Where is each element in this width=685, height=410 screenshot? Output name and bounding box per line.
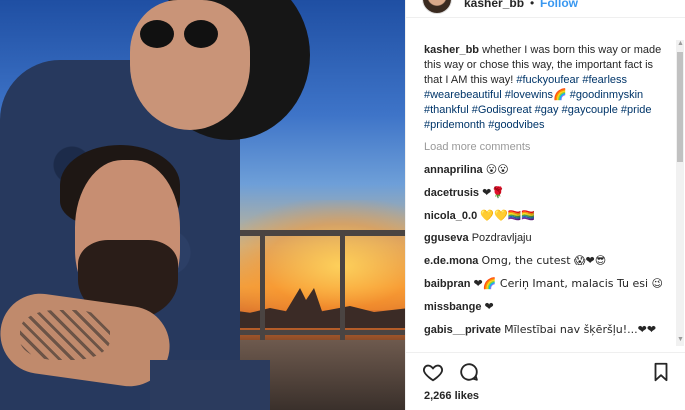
comment-username[interactable]: baibpran bbox=[424, 278, 470, 290]
comment-username[interactable]: annaprilina bbox=[424, 164, 483, 176]
bookmark-icon[interactable] bbox=[650, 361, 672, 383]
post-header: kasher_bb • Follow bbox=[406, 0, 685, 18]
header-separator: • bbox=[530, 0, 535, 10]
comment-username[interactable]: gabis__private bbox=[424, 324, 501, 336]
comment-item: baibpran ❤🌈 Ceriņ Imant, malacis Tu esi … bbox=[424, 276, 672, 292]
comment-item: gguseva Pozdravljaju bbox=[424, 231, 672, 246]
post-sidebar: kasher_bb • Follow kasher_bb whether I w… bbox=[405, 0, 685, 410]
caption-username[interactable]: kasher_bb bbox=[424, 44, 479, 56]
comment-text: Omg, the cutest 😱❤😎 bbox=[481, 254, 607, 267]
comments-scrollbar[interactable]: ▲ ▼ bbox=[676, 40, 684, 346]
caption: kasher_bb whether I was born this way or… bbox=[424, 43, 672, 133]
comment-item: e.de.mona Omg, the cutest 😱❤😎 bbox=[424, 253, 672, 269]
avatar[interactable] bbox=[422, 0, 452, 14]
header-username[interactable]: kasher_bb bbox=[464, 0, 524, 10]
comments-list: kasher_bb whether I was born this way or… bbox=[424, 43, 672, 345]
likes-count[interactable]: 2,266 likes bbox=[424, 390, 479, 402]
comment-text: Pozdravljaju bbox=[471, 232, 532, 244]
scroll-down-arrow-icon[interactable]: ▼ bbox=[677, 336, 684, 343]
comment-item: missbange ❤ bbox=[424, 299, 672, 315]
comment-item: gabis__private Mīlestībai nav šķēršļu!..… bbox=[424, 322, 672, 338]
comment-text: 💛💛🏳️‍🌈🏳️‍🌈 bbox=[480, 209, 536, 222]
scroll-up-arrow-icon[interactable]: ▲ bbox=[677, 40, 684, 47]
railing-top bbox=[220, 230, 405, 236]
comment-text: 😮😮 bbox=[485, 163, 509, 176]
speech-bubble-icon[interactable] bbox=[458, 361, 480, 383]
comment-item: dacetrusis ❤🌹 bbox=[424, 185, 672, 201]
tattoo bbox=[20, 310, 110, 360]
comment-item: annaprilina 😮😮 bbox=[424, 162, 672, 178]
comment-username[interactable]: dacetrusis bbox=[424, 187, 479, 199]
comment-text: ❤🌹 bbox=[482, 186, 506, 199]
comment-username[interactable]: nicola_0.0 bbox=[424, 210, 477, 222]
pants bbox=[150, 360, 270, 410]
sunglasses bbox=[140, 20, 220, 48]
comment-username[interactable]: gguseva bbox=[424, 232, 469, 244]
comment-username[interactable]: e.de.mona bbox=[424, 255, 478, 267]
action-bar bbox=[422, 361, 672, 385]
comment-item: nicola_0.0 💛💛🏳️‍🌈🏳️‍🌈 bbox=[424, 208, 672, 224]
comment-text: ❤ bbox=[484, 300, 494, 313]
comment-username[interactable]: missbange bbox=[424, 301, 481, 313]
comment-text: Mīlestībai nav šķēršļu!...❤❤ bbox=[504, 323, 657, 336]
scrollbar-thumb[interactable] bbox=[677, 52, 683, 162]
load-more-comments-button[interactable]: Load more comments bbox=[424, 140, 672, 155]
heart-outline-icon[interactable] bbox=[422, 361, 444, 383]
railing-bottom bbox=[220, 330, 405, 335]
follow-button[interactable]: Follow bbox=[540, 0, 578, 10]
comment-text: ❤🌈 Ceriņ Imant, malacis Tu esi 😉 bbox=[473, 277, 664, 290]
divider bbox=[406, 352, 685, 353]
post-photo[interactable] bbox=[0, 0, 405, 410]
